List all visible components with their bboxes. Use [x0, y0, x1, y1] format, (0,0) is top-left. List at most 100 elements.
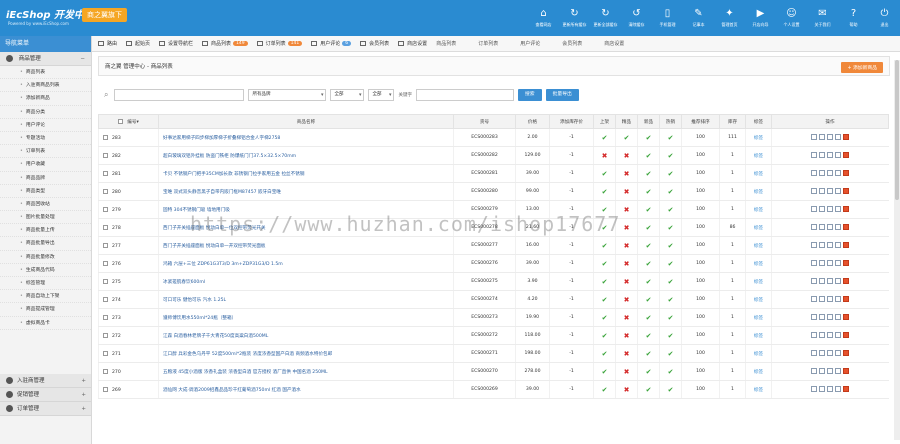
row-checkbox[interactable] [103, 170, 108, 176]
cell-goods-name[interactable]: 卡贝 不锈钢户门把手35CM加长款 非锈钢门拉手家用五金 拉丝不锈钢 [158, 164, 454, 183]
cell-add-stock[interactable]: -1 [549, 290, 594, 309]
cell-flag-0[interactable]: ✔ [593, 236, 616, 255]
topnav-item-11[interactable]: ⏻ 退出 [869, 0, 900, 36]
cell-sn[interactable]: ECS000272 [453, 326, 516, 345]
row-checkbox[interactable] [103, 188, 108, 194]
cell-flag-3[interactable]: ✔ [659, 164, 682, 183]
cell-sort[interactable]: 100 [681, 344, 720, 363]
topnav-item-3[interactable]: ↺ 清除缓存 [621, 0, 652, 36]
status-select-1[interactable]: 全部 [330, 89, 365, 101]
cell-flag-1[interactable]: ✖ [615, 146, 638, 165]
collapse-icon[interactable]: − [80, 52, 85, 66]
cell-flag-2[interactable]: ✔ [637, 344, 660, 363]
cell-tag[interactable]: 标签 [745, 308, 772, 327]
cell-flag-2[interactable]: ✔ [637, 200, 660, 219]
cell-add-stock[interactable]: -1 [549, 272, 594, 291]
cell-sn[interactable]: ECS000275 [453, 272, 516, 291]
copy-icon[interactable] [827, 314, 834, 321]
cell-flag-3[interactable]: ✔ [659, 146, 682, 165]
cell-flag-0[interactable]: ✔ [593, 290, 616, 309]
cell-tag[interactable]: 标签 [745, 200, 772, 219]
check-icon[interactable]: ✔ [624, 134, 630, 142]
edit-icon[interactable] [819, 152, 826, 159]
cell-flag-3[interactable]: ✔ [659, 308, 682, 327]
cell-sort[interactable]: 100 [681, 362, 720, 381]
copy-icon[interactable] [827, 278, 834, 285]
sidebar-item-12[interactable]: 商品批量上传 [0, 224, 91, 238]
check-icon[interactable]: ✔ [602, 188, 608, 196]
cart-icon[interactable] [835, 332, 842, 339]
sidebar-group-goods[interactable]: 商品管理 − [0, 52, 91, 66]
cart-icon[interactable] [835, 152, 842, 159]
cell-price[interactable]: 16.00 [515, 236, 550, 255]
quick-tab-3[interactable]: 会员列表 [562, 40, 582, 47]
view-icon[interactable] [811, 278, 818, 285]
cell-tag[interactable]: 标签 [745, 236, 772, 255]
quick-tab-1[interactable]: 订单列表 [478, 40, 498, 47]
cell-sort[interactable]: 100 [681, 182, 720, 201]
view-icon[interactable] [811, 206, 818, 213]
cell-flag-0[interactable]: ✔ [593, 326, 616, 345]
check-icon[interactable]: ✔ [602, 260, 608, 268]
check-icon[interactable]: ✔ [668, 152, 674, 160]
cell-flag-3[interactable]: ✔ [659, 200, 682, 219]
cart-icon[interactable] [835, 188, 842, 195]
tab-1[interactable]: 起始页 [126, 40, 150, 47]
cell-tag[interactable]: 标签 [745, 146, 772, 165]
cell-sort[interactable]: 100 [681, 164, 720, 183]
check-icon[interactable]: ✔ [668, 278, 674, 286]
cell-stock[interactable]: 111 [719, 128, 746, 147]
cell-stock[interactable]: 1 [719, 272, 746, 291]
cell-flag-2[interactable]: ✔ [637, 146, 660, 165]
cell-add-stock[interactable]: -1 [549, 344, 594, 363]
view-icon[interactable] [811, 224, 818, 231]
cell-add-stock[interactable]: -1 [549, 308, 594, 327]
cell-price[interactable]: 39.00 [515, 164, 550, 183]
view-icon[interactable] [811, 368, 818, 375]
cell-stock[interactable]: 1 [719, 344, 746, 363]
check-icon[interactable]: ✔ [646, 332, 652, 340]
cell-flag-3[interactable]: ✔ [659, 272, 682, 291]
cell-goods-name[interactable]: 江森 白酒春林老牌子千大青花50度高粱白酒500ML [158, 326, 454, 345]
cell-sn[interactable]: ECS000269 [453, 380, 516, 399]
tab-3[interactable]: 商品列表 149 [202, 40, 248, 47]
cell-sn[interactable]: ECS000273 [453, 308, 516, 327]
cell-sort[interactable]: 100 [681, 128, 720, 147]
sidebar-item-9[interactable]: 商品类型 [0, 185, 91, 198]
check-icon[interactable]: ✔ [646, 152, 652, 160]
topnav-item-1[interactable]: ↻ 更新所有缓存 [559, 0, 590, 36]
del-icon[interactable] [843, 206, 850, 213]
topnav-item-5[interactable]: ✎ 记事本 [683, 0, 714, 36]
check-icon[interactable]: ✔ [602, 350, 608, 358]
cell-stock[interactable]: 1 [719, 308, 746, 327]
cart-icon[interactable] [835, 386, 842, 393]
cell-sort[interactable]: 100 [681, 218, 720, 237]
check-icon[interactable]: ✔ [668, 206, 674, 214]
cell-stock[interactable]: 1 [719, 236, 746, 255]
check-icon[interactable]: ✔ [646, 278, 652, 286]
cart-icon[interactable] [835, 278, 842, 285]
cell-price[interactable]: 19.90 [515, 308, 550, 327]
cell-goods-name[interactable]: 西门子开关插座面板 悦动白单一位双控带荧光开关 [158, 218, 454, 237]
expand-icon[interactable]: + [81, 388, 86, 402]
sidebar-item-14[interactable]: 商品批量修改 [0, 251, 91, 264]
view-icon[interactable] [811, 314, 818, 321]
row-checkbox[interactable] [103, 314, 108, 320]
cell-tag[interactable]: 标签 [745, 290, 772, 309]
tab-6[interactable]: 会员列表 [360, 40, 389, 47]
del-icon[interactable] [843, 368, 850, 375]
cell-flag-2[interactable]: ✔ [637, 164, 660, 183]
check-icon[interactable]: ✔ [668, 296, 674, 304]
cell-stock[interactable]: 86 [719, 218, 746, 237]
check-icon[interactable]: ✔ [602, 170, 608, 178]
copy-icon[interactable] [827, 242, 834, 249]
cell-price[interactable]: 39.00 [515, 254, 550, 273]
cell-price[interactable]: 2.00 [515, 128, 550, 147]
cell-tag[interactable]: 标签 [745, 218, 772, 237]
sidebar-group-0[interactable]: 入驻商管理 + [0, 374, 91, 388]
cell-flag-0[interactable]: ✖ [593, 146, 616, 165]
row-checkbox[interactable] [103, 260, 108, 266]
copy-icon[interactable] [827, 188, 834, 195]
topnav-item-10[interactable]: ? 帮助 [838, 0, 869, 36]
column-header-0[interactable]: 编号▾ [98, 114, 159, 129]
